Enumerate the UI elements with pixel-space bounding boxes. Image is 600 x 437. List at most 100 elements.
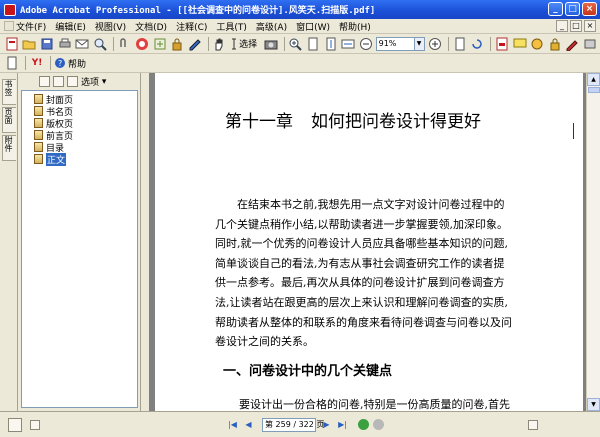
options-button[interactable] bbox=[582, 36, 598, 52]
zoom-tool-button[interactable] bbox=[288, 36, 304, 52]
bookmark-item[interactable]: 版权页 bbox=[22, 117, 137, 130]
menu-label: 高级(A) bbox=[255, 22, 288, 33]
secure-button[interactable] bbox=[169, 36, 185, 52]
zoom-dropdown-arrow[interactable]: ▼ bbox=[414, 36, 425, 51]
bookmark-icon bbox=[34, 154, 43, 164]
snapshot-button[interactable] bbox=[263, 36, 279, 52]
comment-tools-button[interactable] bbox=[512, 36, 528, 52]
chapter-number: 第十一章 bbox=[225, 112, 293, 132]
actual-size-button[interactable] bbox=[305, 36, 321, 52]
create-pdf-button[interactable] bbox=[4, 36, 20, 52]
page-options-icon[interactable] bbox=[30, 419, 40, 430]
zoom-level-input[interactable]: 91% bbox=[375, 36, 415, 51]
security-button[interactable] bbox=[547, 36, 563, 52]
export-button[interactable] bbox=[152, 36, 168, 52]
comment-icon bbox=[513, 38, 527, 47]
menu-comments[interactable]: 注释(C) bbox=[176, 20, 212, 33]
tab-attachments[interactable]: 附件 bbox=[2, 135, 16, 161]
help-button[interactable]: ? 帮助 bbox=[54, 55, 90, 71]
bookmark-item[interactable]: 目录 bbox=[22, 141, 137, 154]
attach-button[interactable] bbox=[117, 36, 133, 52]
minimize-button[interactable]: _ bbox=[548, 2, 563, 16]
bookmarks-toolbar: 选项 ▾ bbox=[19, 73, 140, 90]
pdf-tools-button[interactable] bbox=[494, 36, 510, 52]
delete-bookmark-icon[interactable] bbox=[39, 76, 50, 87]
menu-edit[interactable]: 编辑(E) bbox=[55, 20, 91, 33]
doc-minimize-button[interactable]: _ bbox=[556, 20, 568, 32]
menu-document[interactable]: 文档(D) bbox=[135, 20, 172, 33]
menu-file[interactable]: 文件(F) bbox=[4, 20, 51, 33]
scroll-down-arrow[interactable]: ▼ bbox=[587, 398, 600, 411]
sign-button[interactable] bbox=[187, 36, 203, 52]
expand-bookmark-icon[interactable] bbox=[67, 76, 78, 87]
first-page-button[interactable]: |◀ bbox=[226, 418, 239, 431]
save-button[interactable] bbox=[39, 36, 55, 52]
go-forward-icon[interactable] bbox=[373, 419, 384, 430]
print-button[interactable] bbox=[57, 36, 73, 52]
single-page-icon[interactable] bbox=[528, 419, 538, 430]
paragraph-line: 简单谈谈自己的看法,为有志从事社会调查研究工作的读者提 bbox=[215, 256, 505, 270]
zoom-in-button[interactable] bbox=[428, 36, 444, 52]
go-back-icon[interactable] bbox=[358, 419, 369, 430]
tab-pages[interactable]: 页面 bbox=[2, 107, 16, 133]
fit-page-button[interactable] bbox=[323, 36, 339, 52]
bookmark-item[interactable]: 前言页 bbox=[22, 129, 137, 142]
menu-window[interactable]: 窗口(W) bbox=[296, 20, 335, 33]
next-page-button[interactable]: ▶ bbox=[320, 418, 333, 431]
zoom-icon bbox=[289, 38, 303, 51]
scan-artifact bbox=[573, 123, 574, 139]
tab-label: 附件 bbox=[4, 136, 13, 152]
toolbar-separator bbox=[283, 36, 285, 51]
bookmark-options-menu[interactable]: 选项 bbox=[81, 75, 99, 88]
maximize-button[interactable]: □ bbox=[565, 2, 580, 16]
toolbar-separator bbox=[490, 36, 492, 51]
help-icon: ? bbox=[55, 58, 65, 68]
chapter-heading: 第十一章 如何把问卷设计得更好 bbox=[225, 107, 481, 132]
review-button[interactable] bbox=[529, 36, 545, 52]
doc-restore-button[interactable]: □ bbox=[570, 20, 582, 32]
paragraph-line: 卷设计之间的关系。 bbox=[215, 335, 314, 349]
rotate-button[interactable] bbox=[470, 36, 486, 52]
menu-help[interactable]: 帮助(H) bbox=[339, 20, 376, 33]
pdf-page: 第十一章 如何把问卷设计得更好 在结束本书之前,我想先用一点文字对设计问卷过程中的… bbox=[155, 73, 583, 411]
new-document-icon bbox=[7, 56, 17, 70]
panel-splitter[interactable] bbox=[142, 73, 149, 411]
navigation-pane-toggle-icon[interactable] bbox=[8, 417, 22, 432]
navigation-tabs: 书签 页面 附件 bbox=[0, 73, 18, 411]
scroll-up-arrow[interactable]: ▲ bbox=[587, 73, 600, 86]
vertical-scrollbar[interactable]: ▲ ▼ bbox=[586, 73, 600, 411]
bookmark-item[interactable]: 书名页 bbox=[22, 105, 137, 118]
tab-bookmarks[interactable]: 书签 bbox=[2, 79, 16, 105]
doc-close-button[interactable]: × bbox=[584, 20, 596, 32]
page-number-field[interactable]: 第 259 / 322 页 bbox=[262, 417, 324, 432]
yahoo-search-button[interactable]: Y! bbox=[29, 55, 45, 71]
new-bookmark-icon[interactable] bbox=[53, 76, 64, 87]
previous-page-button[interactable]: ◀ bbox=[242, 418, 255, 431]
last-page-button[interactable]: ▶| bbox=[336, 418, 349, 431]
close-button[interactable]: × bbox=[582, 2, 597, 16]
scroll-thumb[interactable] bbox=[588, 87, 600, 93]
menu-view[interactable]: 视图(V) bbox=[95, 20, 131, 33]
export-icon bbox=[154, 38, 166, 49]
page-view-button[interactable] bbox=[452, 36, 468, 52]
zoom-out-button[interactable] bbox=[358, 36, 374, 52]
combine-button[interactable] bbox=[134, 36, 150, 52]
bookmark-item-selected[interactable]: 正文 bbox=[22, 152, 137, 166]
menu-tools[interactable]: 工具(T) bbox=[216, 20, 252, 33]
section-heading: 一、问卷设计中的几个关键点 bbox=[223, 364, 393, 379]
hand-tool-button[interactable] bbox=[211, 36, 227, 52]
select-tool-button[interactable]: 选择 bbox=[229, 36, 261, 52]
bookmark-icon bbox=[34, 130, 43, 140]
new-document-button[interactable] bbox=[4, 55, 20, 71]
lock-icon bbox=[172, 38, 182, 50]
menu-advanced[interactable]: 高级(A) bbox=[256, 20, 292, 33]
open-button[interactable] bbox=[22, 36, 38, 52]
search-button[interactable] bbox=[92, 36, 108, 52]
email-button[interactable] bbox=[74, 36, 90, 52]
bookmark-item[interactable]: 封面页 bbox=[22, 93, 137, 106]
pen-button[interactable] bbox=[565, 36, 581, 52]
bookmark-icon bbox=[34, 106, 43, 116]
fit-width-button[interactable] bbox=[340, 36, 356, 52]
yahoo-icon: Y! bbox=[31, 58, 43, 68]
fit-page-icon bbox=[326, 37, 336, 50]
